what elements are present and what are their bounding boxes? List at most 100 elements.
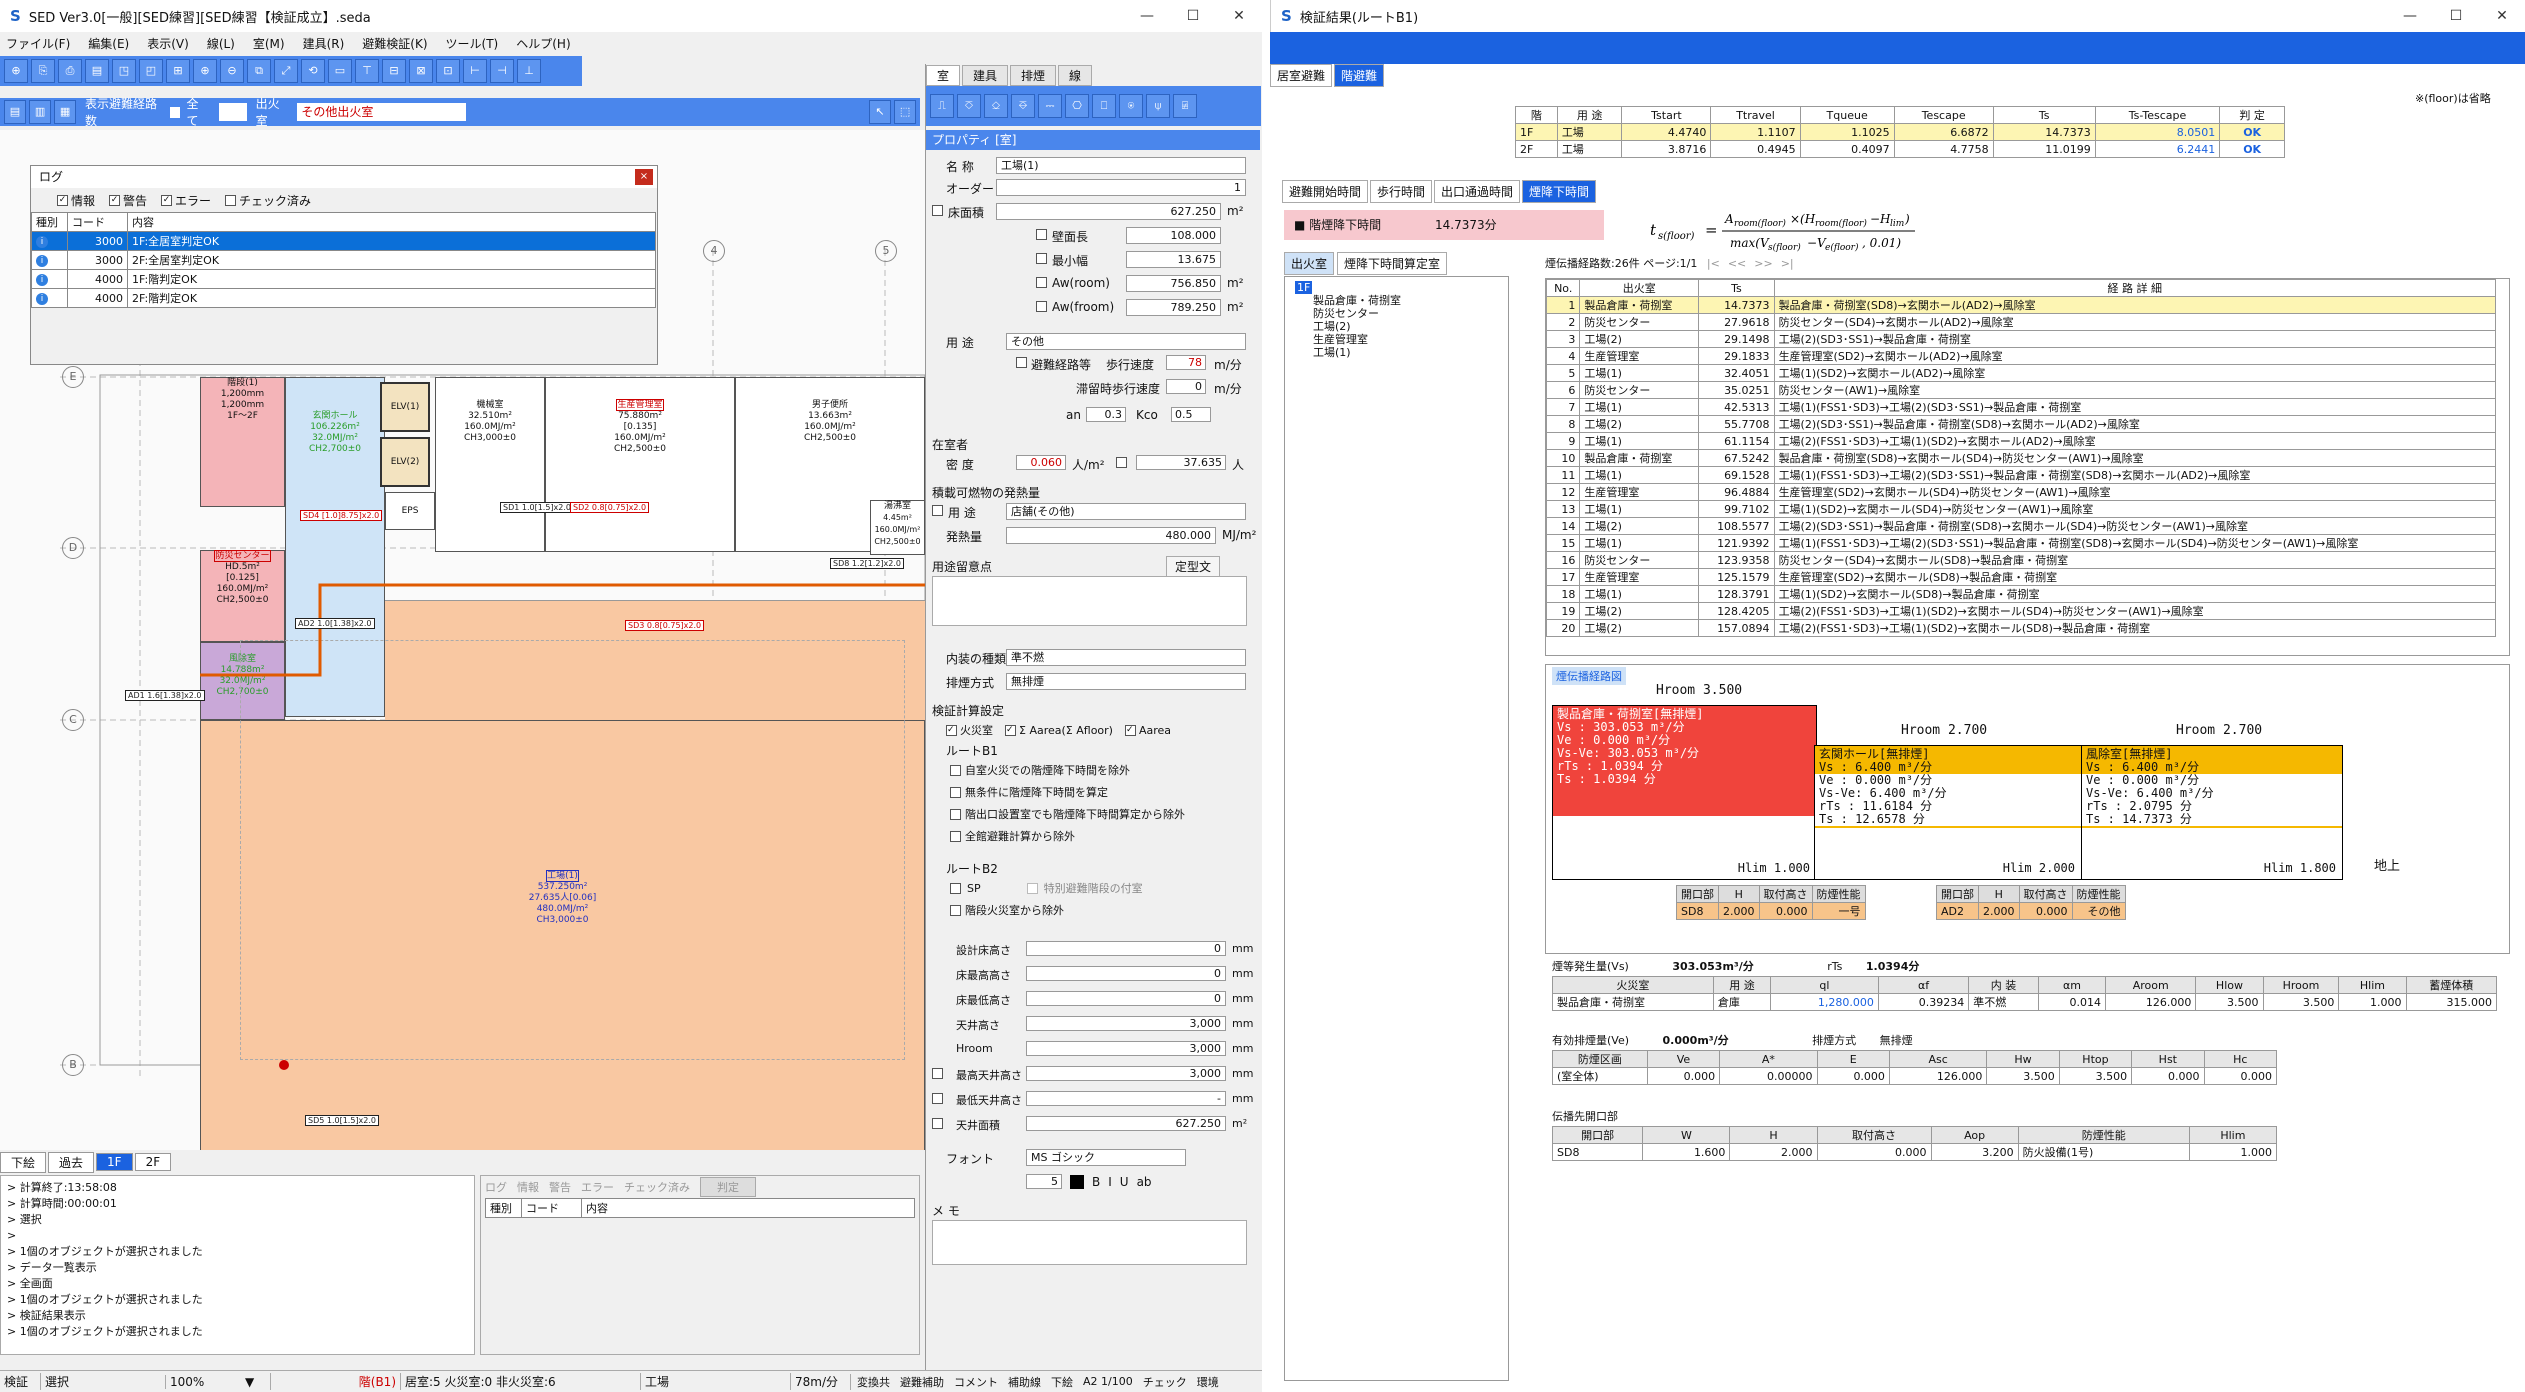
prop-tool-icon[interactable]: ⍦	[1146, 94, 1170, 118]
checkbox[interactable]: ✓	[946, 724, 957, 736]
checkbox[interactable]: ✓	[1124, 724, 1136, 736]
route-row[interactable]: 18 工場(1) 128.3791 工場(1)(SD2)→玄関ホール(SD8)→製品倉…	[1546, 585, 2497, 603]
prop-input[interactable]: 0.060	[1016, 455, 1066, 470]
tree-node[interactable]: 工場(2)	[1295, 320, 1498, 333]
prop-tab[interactable]: 建具	[962, 64, 1009, 86]
toolbar-tool-icon[interactable]: ▤	[85, 59, 109, 83]
checkbox[interactable]	[932, 1068, 943, 1079]
prop-input[interactable]: 37.635	[1136, 455, 1226, 470]
mini-log-filter[interactable]: ログ	[485, 1179, 507, 1195]
menu-item[interactable]: ヘルプ(H)	[516, 35, 570, 52]
checkbox[interactable]	[950, 786, 961, 798]
checkbox[interactable]	[950, 808, 961, 820]
status-item[interactable]: コメント	[954, 1374, 998, 1390]
route-nav-button[interactable]: |<	[1707, 257, 1720, 270]
route-row[interactable]: 20 工場(2) 157.0894 工場(2)(FSS1･SD3)→工場(1)(SD2…	[1546, 619, 2497, 637]
left-tab[interactable]: 出火室	[1284, 252, 1335, 275]
checkbox[interactable]	[950, 882, 961, 894]
height-input[interactable]: 3,000	[1026, 1066, 1226, 1081]
prop-tab[interactable]: 線	[1058, 64, 1093, 86]
toolbar-tool-icon[interactable]: ⊕	[193, 59, 217, 83]
result-tab[interactable]: 居室避難	[1270, 64, 1333, 87]
font-style-icon[interactable]: U	[1120, 1175, 1129, 1189]
color-swatch[interactable]	[1070, 1174, 1084, 1189]
close-icon[interactable]: ✕	[1216, 0, 1262, 32]
route-row[interactable]: 9 工場(1) 61.1154 工場(2)(FSS1･SD3)→工場(1)(SD2)→…	[1546, 432, 2497, 450]
toolbar-tool-icon[interactable]: ⧉	[247, 59, 271, 83]
log-row[interactable]: i 3000 1F:全居室判定OK	[31, 231, 656, 251]
menu-item[interactable]: 避難検証(K)	[362, 35, 427, 52]
log-row[interactable]: i 3000 2F:全居室判定OK	[31, 250, 656, 270]
prop-input[interactable]: 627.250	[996, 203, 1221, 220]
toolbar-tool-icon[interactable]: ⊢	[463, 59, 487, 83]
tree-node[interactable]: 1F	[1295, 281, 1313, 294]
prop-tool-icon[interactable]: ⎕	[1092, 94, 1116, 118]
toolbar-tool-icon[interactable]: ⎘	[31, 59, 55, 83]
calc-subtab[interactable]: 避難開始時間	[1282, 180, 1369, 203]
checkbox[interactable]	[932, 205, 943, 216]
checkbox[interactable]	[950, 904, 961, 916]
prop-tool-icon[interactable]: ⍯	[1173, 94, 1197, 118]
floor-tab[interactable]: 2F	[134, 1153, 172, 1171]
all-checkbox[interactable]	[170, 106, 181, 118]
prop-tool-icon[interactable]: ⎔	[1065, 94, 1089, 118]
menu-item[interactable]: 表示(V)	[147, 35, 189, 52]
prop-tool-icon[interactable]: ⎓	[1038, 94, 1062, 118]
b2-option[interactable]: 階段火災室から除外	[950, 902, 1064, 918]
room-block[interactable]: 玄関ホール[無排煙] Vs : 6.400 m³/分 Ve : 0.000 m³/分…	[1814, 745, 2082, 880]
prop-tool-icon[interactable]: ⎐	[984, 94, 1008, 118]
menu-item[interactable]: 線(L)	[207, 35, 235, 52]
route-row[interactable]: 14 工場(2) 108.5577 工場(2)(SD3･SS1)→製品倉庫・荷捌室(S…	[1546, 517, 2497, 535]
calc-subtab[interactable]: 煙降下時間	[1522, 180, 1597, 203]
mini-log-filter[interactable]: エラー	[581, 1179, 614, 1195]
font-style-icon[interactable]: I	[1108, 1175, 1112, 1189]
log-filter-1[interactable]: ✓ 警告	[109, 192, 147, 209]
pointer-icon[interactable]: ↖	[869, 100, 892, 124]
floor-view-icon[interactable]: ▤	[4, 100, 27, 124]
menu-item[interactable]: ファイル(F)	[6, 35, 70, 52]
route-nav-button[interactable]: <<	[1728, 257, 1746, 270]
route-row[interactable]: 13 工場(1) 99.7102 工場(1)(SD2)→玄関ホール(SD4)→防災セン…	[1546, 500, 2497, 518]
route-row[interactable]: 7 工場(1) 42.5313 工場(1)(FSS1･SD3)→工場(2)(SD3･S…	[1546, 398, 2497, 416]
log-row[interactable]: i 4000 1F:階判定OK	[31, 269, 656, 289]
status-item[interactable]: A2 1/100	[1083, 1375, 1133, 1388]
tree-node[interactable]: 製品倉庫・荷捌室	[1295, 294, 1498, 307]
b1-option[interactable]: 無条件に階煙降下時間を算定	[950, 784, 1108, 800]
tree-node[interactable]: 工場(1)	[1295, 346, 1498, 359]
prop-input[interactable]: 78	[1166, 355, 1206, 370]
prop-input[interactable]: 756.850	[1126, 275, 1221, 292]
height-input[interactable]: 0	[1026, 941, 1226, 956]
result-row[interactable]: 1F 工場 4.4740 1.1107 1.1025 6.6872 14.7373 8.050…	[1515, 123, 2285, 141]
fire-room-select[interactable]: その他出火室	[297, 103, 466, 121]
font-size-input[interactable]: 5	[1026, 1174, 1062, 1189]
route-row[interactable]: 3 工場(2) 29.1498 工場(2)(SD3･SS1)→製品倉庫・荷捌室	[1546, 330, 2497, 348]
zoom-dropdown-icon[interactable]: ▼	[245, 1375, 270, 1389]
toolbar-tool-icon[interactable]: ⤢	[274, 59, 298, 83]
b1-option[interactable]: 階出口設置室でも階煙降下時間算定から除外	[950, 806, 1185, 822]
checkbox[interactable]	[1036, 301, 1047, 312]
route-row[interactable]: 19 工場(2) 128.4205 工場(2)(FSS1･SD3)→工場(1)(SD2…	[1546, 602, 2497, 620]
checkbox[interactable]	[950, 830, 961, 842]
toolbar-tool-icon[interactable]: ◳	[112, 59, 136, 83]
memo-box[interactable]	[932, 1220, 1247, 1265]
result-row[interactable]: 2F 工場 3.8716 0.4945 0.4097 4.7758 11.0199 6.244…	[1515, 140, 2285, 158]
mini-log-filter[interactable]: チェック済み	[624, 1179, 690, 1195]
floor-tab[interactable]: 過去	[48, 1151, 95, 1173]
route-count-input[interactable]	[219, 103, 247, 121]
toolbar-tool-icon[interactable]: ◰	[139, 59, 163, 83]
status-item[interactable]: 避難補助	[900, 1374, 944, 1390]
height-input[interactable]: -	[1026, 1091, 1226, 1106]
log-filter-0[interactable]: ✓ 情報	[57, 192, 95, 209]
prop-input[interactable]: 無排煙	[1006, 673, 1246, 690]
toolbar-tool-icon[interactable]: ⊡	[436, 59, 460, 83]
prop-input[interactable]: 準不燃	[1006, 649, 1246, 666]
route-row[interactable]: 17 生産管理室 125.1579 生産管理室(SD2)→玄関ホール(SD8)→製品倉…	[1546, 568, 2497, 586]
log-row[interactable]: i 4000 2F:階判定OK	[31, 288, 656, 308]
height-input[interactable]: 0	[1026, 966, 1226, 981]
calc-check[interactable]: ✓ 火災室	[946, 720, 993, 740]
menu-item[interactable]: 編集(E)	[88, 35, 129, 52]
checkbox[interactable]	[1026, 882, 1038, 894]
checkbox[interactable]	[1016, 357, 1027, 368]
route-row[interactable]: 12 生産管理室 96.4884 生産管理室(SD2)→玄関ホール(SD4)→防災セン…	[1546, 483, 2497, 501]
log-filter-3[interactable]: チェック済み	[225, 192, 311, 209]
